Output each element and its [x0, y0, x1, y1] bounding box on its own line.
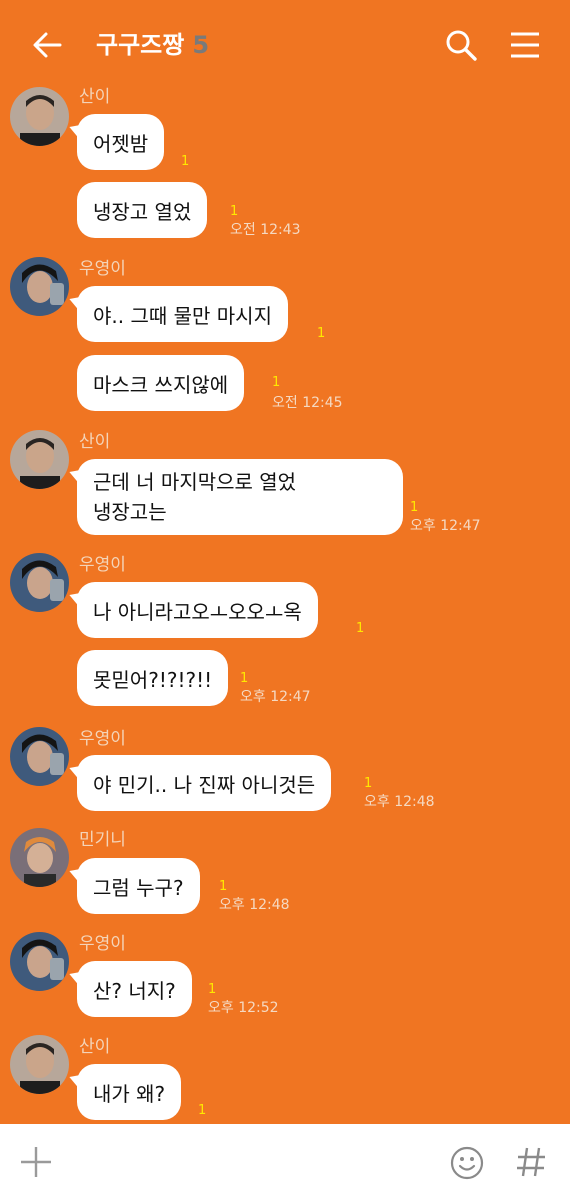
message-input-bar[interactable] — [0, 1124, 570, 1200]
sender-name: 산이 — [79, 87, 111, 107]
message-time: 오후 12:48 — [364, 794, 435, 810]
avatar-sani[interactable] — [10, 1035, 69, 1094]
message-bubble[interactable]: 그럼 누구? — [77, 858, 200, 914]
message-text: 마스크 쓰지않에 — [93, 372, 229, 397]
message-time: 오후 12:48 — [219, 897, 290, 913]
unread-count: 1 — [272, 375, 281, 390]
avatar-sani[interactable] — [10, 430, 69, 489]
message-bubble[interactable]: 산? 너지? — [77, 961, 192, 1017]
sender-name: 우영이 — [79, 934, 126, 954]
unread-count: 1 — [230, 204, 239, 219]
message-text-line-1: 근데 너 마지막으로 열었 — [93, 470, 297, 494]
chat-title: 구구즈짱 5 — [96, 28, 209, 62]
avatar-sani[interactable] — [10, 87, 69, 146]
message-text: 못믿어?!?!?!! — [93, 667, 213, 692]
message-bubble[interactable]: 마스크 쓰지않에 — [77, 355, 245, 411]
menu-icon[interactable] — [508, 28, 542, 62]
avatar-wooyoung[interactable] — [10, 553, 69, 612]
unread-count: 1 — [240, 671, 249, 686]
avatar-wooyoung[interactable] — [10, 932, 69, 991]
message-text: 어젯밤 — [93, 131, 149, 156]
message-text: 그럼 누구? — [93, 875, 184, 900]
message-bubble[interactable]: 야 민기.. 나 진짜 아니것든 — [77, 755, 332, 811]
back-arrow-icon[interactable] — [30, 28, 64, 62]
message-text-line-2: 냉장고는 — [93, 500, 167, 524]
message-text: 나 아니라고오ㅗ오오ㅗ옥 — [93, 599, 302, 624]
message-bubble[interactable]: 야.. 그때 물만 마시지 — [77, 286, 288, 342]
avatar-mingini[interactable] — [10, 828, 69, 887]
sender-name: 우영이 — [79, 555, 126, 575]
unread-count: 1 — [208, 982, 217, 997]
message-time: 오후 12:52 — [208, 1000, 279, 1016]
message-time: 오전 12:43 — [230, 222, 301, 238]
unread-count: 1 — [317, 326, 326, 341]
unread-count: 1 — [181, 154, 190, 169]
unread-count: 1 — [364, 776, 373, 791]
message-bubble[interactable]: 냉장고 열었 — [77, 182, 208, 238]
message-time: 오후 12:47 — [410, 518, 481, 534]
message-text: 산? 너지? — [93, 978, 176, 1003]
avatar-wooyoung[interactable] — [10, 727, 69, 786]
sender-name: 산이 — [79, 432, 111, 452]
unread-count: 1 — [410, 500, 419, 515]
unread-count: 1 — [198, 1103, 207, 1118]
sender-name: 민기니 — [79, 830, 126, 850]
message-bubble[interactable]: 나 아니라고오ㅗ오오ㅗ옥 — [77, 582, 318, 638]
avatar-wooyoung[interactable] — [10, 257, 69, 316]
search-icon[interactable] — [444, 28, 478, 62]
message-text: 야.. 그때 물만 마시지 — [93, 303, 272, 328]
chat-room-name: 구구즈짱 — [96, 31, 185, 59]
plus-icon[interactable] — [18, 1144, 54, 1180]
unread-count: 1 — [219, 879, 228, 894]
chat-header: 구구즈짱 5 — [0, 0, 570, 90]
emoji-icon[interactable] — [450, 1146, 484, 1180]
message-bubble[interactable]: 어젯밤 — [77, 114, 165, 170]
hash-icon[interactable] — [514, 1144, 548, 1180]
message-bubble[interactable]: 근데 너 마지막으로 열었 냉장고는 — [77, 459, 403, 535]
message-bubble[interactable]: 못믿어?!?!?!! — [77, 650, 229, 706]
message-text: 야 민기.. 나 진짜 아니것든 — [93, 772, 316, 797]
message-text: 내가 왜? — [93, 1081, 166, 1106]
member-count: 5 — [192, 31, 210, 59]
message-time: 오후 12:47 — [240, 689, 311, 705]
message-text: 냉장고 열었 — [93, 199, 192, 224]
sender-name: 우영이 — [79, 729, 126, 749]
unread-count: 1 — [356, 621, 365, 636]
message-time: 오전 12:45 — [272, 395, 343, 411]
message-bubble[interactable]: 내가 왜? — [77, 1064, 182, 1120]
sender-name: 산이 — [79, 1037, 111, 1057]
sender-name: 우영이 — [79, 259, 126, 279]
